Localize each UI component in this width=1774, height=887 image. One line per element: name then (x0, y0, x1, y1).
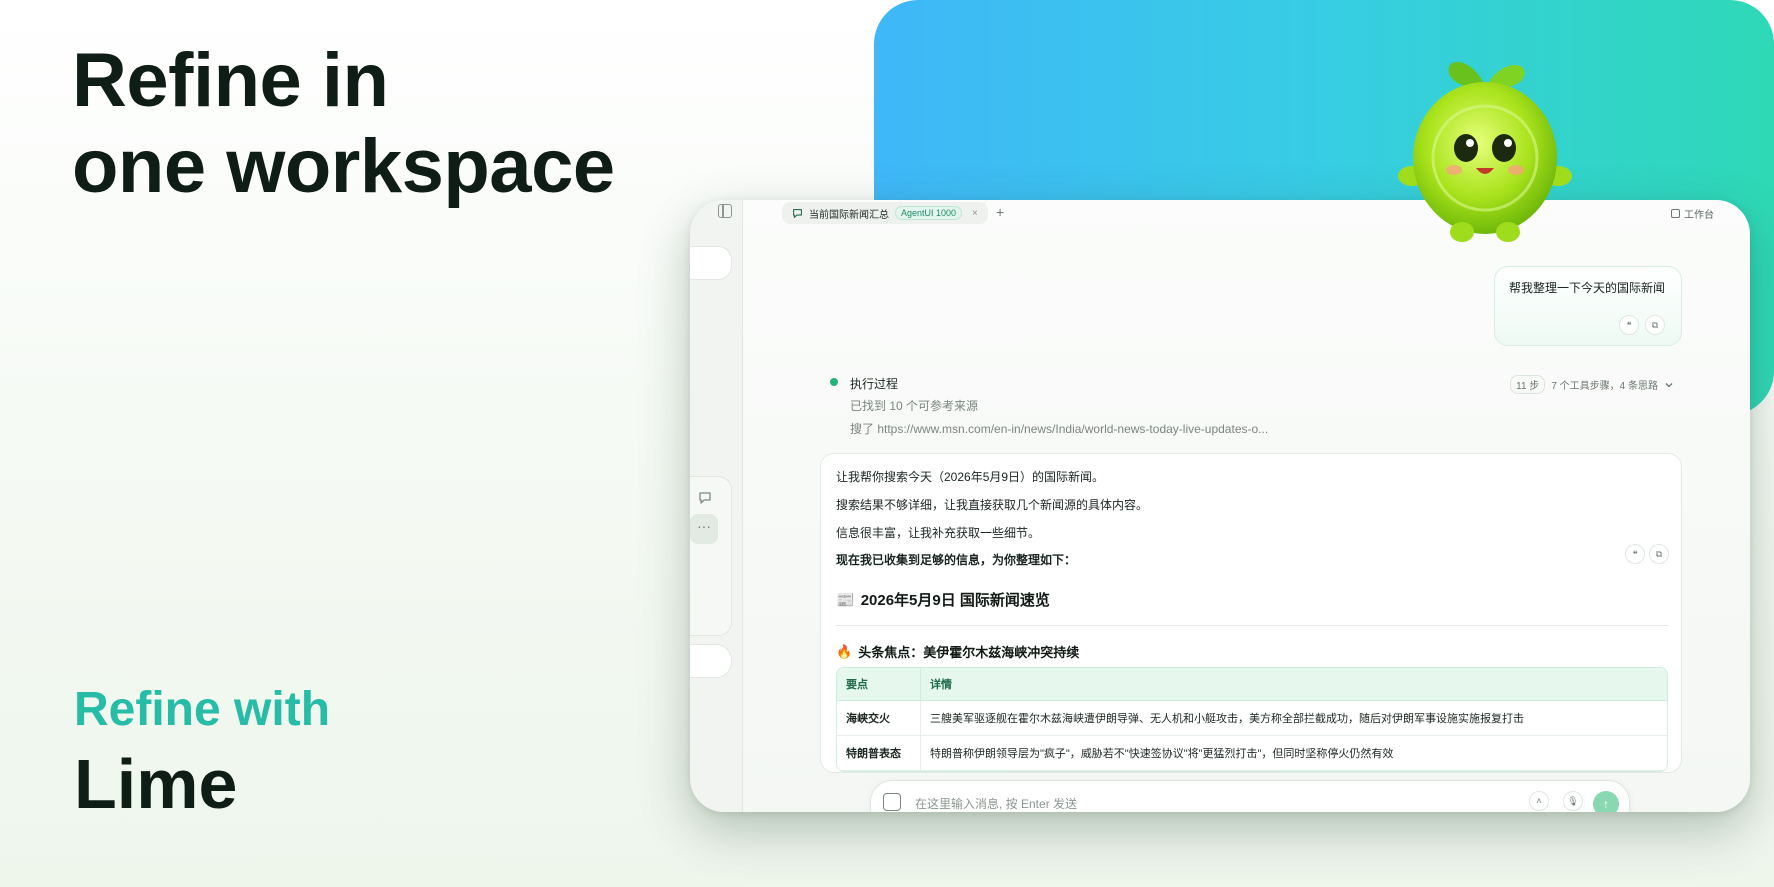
copy-icon[interactable]: ⧉ (1645, 315, 1665, 335)
process-search-step[interactable]: 搜了 https://www.msn.com/en-in/news/India/… (850, 420, 1268, 437)
process-summary-text: 7 个工具步骤，4 条思路 (1551, 381, 1658, 392)
workbench-button[interactable]: 工作台 (1671, 206, 1714, 221)
app-window: ‹ ··· 当前国际新闻汇总 AgentUI 1000 × + 工作台 帮我整理… (690, 200, 1750, 812)
send-button[interactable]: ↑ (1593, 791, 1619, 812)
status-dot (830, 378, 838, 386)
process-found-sources: 已找到 10 个可参考来源 (850, 399, 979, 413)
workbench-label: 工作台 (1684, 210, 1714, 221)
response-actions: ❝ ⧉ (1625, 544, 1669, 564)
sidebar-search-field[interactable] (690, 246, 732, 280)
chevron-left-icon[interactable]: ‹ (694, 202, 698, 216)
chevron-up-icon[interactable]: ˄ (1529, 791, 1549, 811)
response-line: 信息很丰富，让我补充获取一些细节。 (836, 526, 1041, 540)
lime-mascot (1398, 62, 1572, 242)
chevron-down-icon[interactable] (1664, 380, 1674, 390)
panel-icon (1671, 209, 1680, 218)
table-cell: 海峡交火 (837, 701, 921, 736)
chat-bubble-icon[interactable] (698, 491, 712, 505)
hero-title-line-2: one workspace (72, 124, 615, 209)
copy-icon[interactable]: ⧉ (1649, 544, 1669, 564)
table-cell: 特朗普表态 (837, 736, 921, 771)
response-line: 现在我已收集到足够的信息，为你整理如下： (836, 553, 1077, 567)
chat-bubble-icon (793, 208, 802, 218)
process-summary[interactable]: 11 步 7 个工具步骤，4 条思路 (1510, 375, 1674, 394)
tab-current-conversation[interactable]: 当前国际新闻汇总 AgentUI 1000 × (782, 202, 988, 224)
user-message-actions: ❝ ⧉ (1619, 315, 1665, 335)
response-line: 搜索结果不够详细，让我直接获取几个新闻源的具体内容。 (836, 498, 1149, 512)
table-header: 要点 (837, 668, 921, 701)
more-options-button[interactable]: ··· (690, 514, 718, 544)
section-heading-text: 头条焦点：美伊霍尔木兹海峡冲突持续 (858, 645, 1080, 660)
sidebar-toggle-icon[interactable] (718, 204, 732, 218)
tab-title: 当前国际新闻汇总 (809, 209, 889, 221)
message-input[interactable]: 在这里输入消息, 按 Enter 发送 (915, 795, 1077, 812)
add-tab-button[interactable]: + (996, 204, 1004, 220)
table-row: 海峡交火 三艘美军驱逐舰在霍尔木兹海峡遭伊朗导弹、无人机和小艇攻击，美方称全部拦… (837, 701, 1667, 736)
process-title[interactable]: 执行过程 (850, 375, 898, 392)
quote-icon[interactable]: ❝ (1619, 315, 1639, 335)
message-composer[interactable]: 在这里输入消息, 按 Enter 发送 ˄ 🎙 ↑ (870, 780, 1630, 812)
attach-image-icon[interactable] (883, 793, 901, 811)
hero-title-line-1: Refine in (72, 38, 389, 123)
quote-icon[interactable]: ❝ (1625, 544, 1645, 564)
newspaper-icon: 📰 (836, 591, 855, 609)
tab-badge: AgentUI 1000 (895, 206, 963, 220)
brand-name: Lime (74, 745, 238, 823)
table-header: 详情 (921, 668, 1667, 701)
table-cell: 特朗普称伊朗领导层为"疯子"，威胁若不"快速签协议"将"更猛烈打击"，但同时坚称… (921, 736, 1667, 771)
steps-badge: 11 步 (1510, 375, 1546, 394)
sidebar: ‹ ··· (690, 200, 743, 812)
divider (836, 625, 1668, 626)
table-cell: 三艘美军驱逐舰在霍尔木兹海峡遭伊朗导弹、无人机和小艇攻击，美方称全部拦截成功，随… (921, 701, 1667, 736)
table-header-row: 要点 详情 (837, 668, 1667, 701)
fire-icon: 🔥 (836, 643, 853, 659)
microphone-icon[interactable]: 🎙 (1563, 791, 1583, 811)
close-icon[interactable]: × (972, 208, 978, 219)
news-table: 要点 详情 海峡交火 三艘美军驱逐舰在霍尔木兹海峡遭伊朗导弹、无人机和小艇攻击，… (836, 667, 1668, 772)
assistant-response-card: 让我帮你搜索今天（2026年5月9日）的国际新闻。 搜索结果不够详细，让我直接获… (820, 453, 1682, 773)
response-section-heading: 🔥 头条焦点：美伊霍尔木兹海峡冲突持续 (836, 642, 1079, 661)
response-heading-text: 2026年5月9日 国际新闻速览 (860, 592, 1050, 609)
hero-title: Refine in one workspace (72, 38, 615, 210)
table-row: 特朗普表态 特朗普称伊朗领导层为"疯子"，威胁若不"快速签协议"将"更猛烈打击"… (837, 736, 1667, 771)
sidebar-input-field[interactable] (690, 644, 732, 678)
refine-with-label: Refine with (74, 683, 331, 736)
user-message: 帮我整理一下今天的国际新闻 ❝ ⧉ (1494, 266, 1682, 346)
user-message-text: 帮我整理一下今天的国际新闻 (1509, 281, 1666, 295)
response-heading: 📰 2026年5月9日 国际新闻速览 (836, 589, 1050, 610)
response-line: 让我帮你搜索今天（2026年5月9日）的国际新闻。 (836, 470, 1105, 484)
